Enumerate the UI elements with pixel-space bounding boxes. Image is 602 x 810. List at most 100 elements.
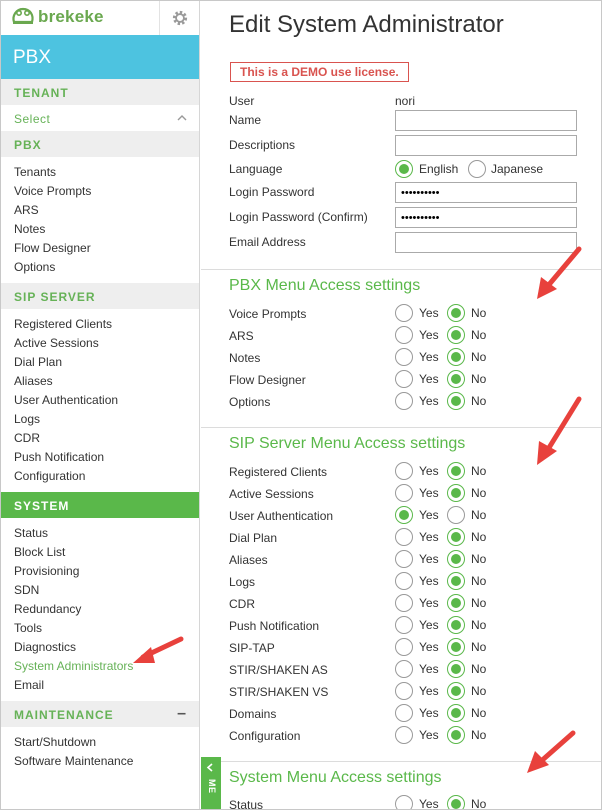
sidebar-item-notes[interactable]: Notes xyxy=(14,220,199,239)
no-radio[interactable] xyxy=(447,660,465,678)
system-nav: Status Block List Provisioning SDN Redun… xyxy=(1,518,199,701)
yes-label: Yes xyxy=(419,372,439,386)
no-radio[interactable] xyxy=(447,638,465,656)
tenant-select-label: Select xyxy=(14,112,51,126)
no-radio[interactable] xyxy=(447,370,465,388)
sidebar-item-registered-clients[interactable]: Registered Clients xyxy=(14,315,199,334)
sidebar-item-active-sessions[interactable]: Active Sessions xyxy=(14,334,199,353)
no-radio[interactable] xyxy=(447,572,465,590)
no-label: No xyxy=(471,530,487,544)
tenant-select[interactable]: Select xyxy=(1,105,199,131)
yes-radio[interactable] xyxy=(395,370,413,388)
no-radio[interactable] xyxy=(447,506,465,524)
yes-label: Yes xyxy=(419,684,439,698)
sidebar-item-flow-designer[interactable]: Flow Designer xyxy=(14,239,199,258)
yes-radio[interactable] xyxy=(395,304,413,322)
access-row-label: Status xyxy=(229,798,264,809)
sidebar-item-dial-plan[interactable]: Dial Plan xyxy=(14,353,199,372)
no-radio[interactable] xyxy=(447,795,465,809)
yes-radio[interactable] xyxy=(395,660,413,678)
access-row-dial-plan: Dial Plan Yes No xyxy=(229,527,601,549)
password-row: Login Password xyxy=(229,182,601,204)
sidebar-item-user-authentication[interactable]: User Authentication xyxy=(14,391,199,410)
yes-radio[interactable] xyxy=(395,506,413,524)
no-radio[interactable] xyxy=(447,550,465,568)
sidebar-item-aliases[interactable]: Aliases xyxy=(14,372,199,391)
yes-radio[interactable] xyxy=(395,462,413,480)
maintenance-heading[interactable]: MAINTENANCE – xyxy=(1,701,199,727)
settings-button[interactable] xyxy=(159,1,199,35)
no-label: No xyxy=(471,797,487,809)
yes-radio[interactable] xyxy=(395,682,413,700)
tenant-heading: TENANT xyxy=(1,79,199,105)
no-radio[interactable] xyxy=(447,594,465,612)
no-radio[interactable] xyxy=(447,616,465,634)
yes-radio[interactable] xyxy=(395,572,413,590)
sip-server-heading: SIP SERVER xyxy=(1,283,199,309)
logo[interactable]: brekeke xyxy=(11,6,104,28)
sidebar-item-block-list[interactable]: Block List xyxy=(14,543,199,562)
no-radio[interactable] xyxy=(447,484,465,502)
user-label: User xyxy=(229,94,255,108)
sidebar-item-options[interactable]: Options xyxy=(14,258,199,277)
yes-radio[interactable] xyxy=(395,550,413,568)
password-confirm-field[interactable] xyxy=(395,207,577,228)
sidebar-item-voice-prompts[interactable]: Voice Prompts xyxy=(14,182,199,201)
pbx-nav: Tenants Voice Prompts ARS Notes Flow Des… xyxy=(1,157,199,283)
no-label: No xyxy=(471,552,487,566)
sidebar-item-email[interactable]: Email xyxy=(14,676,199,695)
descriptions-row: Descriptions xyxy=(229,135,601,157)
yes-radio[interactable] xyxy=(395,348,413,366)
menu-side-tab[interactable]: ME xyxy=(201,757,221,809)
yes-radio[interactable] xyxy=(395,326,413,344)
sidebar-item-cdr[interactable]: CDR xyxy=(14,429,199,448)
access-row-logs: Logs Yes No xyxy=(229,571,601,593)
sidebar-item-sdn[interactable]: SDN xyxy=(14,581,199,600)
yes-radio[interactable] xyxy=(395,484,413,502)
access-row-stir-shaken-vs: STIR/SHAKEN VS Yes No xyxy=(229,681,601,703)
yes-radio[interactable] xyxy=(395,726,413,744)
no-radio[interactable] xyxy=(447,348,465,366)
sidebar-item-provisioning[interactable]: Provisioning xyxy=(14,562,199,581)
yes-radio[interactable] xyxy=(395,795,413,809)
sidebar-item-status[interactable]: Status xyxy=(14,524,199,543)
no-radio[interactable] xyxy=(447,682,465,700)
sidebar-item-software-maintenance[interactable]: Software Maintenance xyxy=(14,752,199,771)
name-field[interactable] xyxy=(395,110,577,131)
sip-nav: Registered Clients Active Sessions Dial … xyxy=(1,309,199,492)
sidebar-item-redundancy[interactable]: Redundancy xyxy=(14,600,199,619)
sidebar-item-ars[interactable]: ARS xyxy=(14,201,199,220)
no-radio[interactable] xyxy=(447,528,465,546)
sidebar-item-logs[interactable]: Logs xyxy=(14,410,199,429)
password-confirm-row: Login Password (Confirm) xyxy=(229,207,601,229)
demo-license-notice: This is a DEMO use license. xyxy=(230,62,409,82)
no-radio[interactable] xyxy=(447,304,465,322)
no-radio[interactable] xyxy=(447,326,465,344)
yes-radio[interactable] xyxy=(395,392,413,410)
sidebar-item-configuration[interactable]: Configuration xyxy=(14,467,199,486)
japanese-radio[interactable] xyxy=(468,160,486,178)
chevron-up-icon xyxy=(177,115,187,121)
yes-radio[interactable] xyxy=(395,528,413,546)
yes-radio[interactable] xyxy=(395,616,413,634)
no-label: No xyxy=(471,662,487,676)
access-row-label: Domains xyxy=(229,707,277,721)
descriptions-field[interactable] xyxy=(395,135,577,156)
no-radio[interactable] xyxy=(447,726,465,744)
access-row-domains: Domains Yes No xyxy=(229,703,601,725)
no-label: No xyxy=(471,508,487,522)
no-label: No xyxy=(471,684,487,698)
yes-radio[interactable] xyxy=(395,704,413,722)
english-radio[interactable] xyxy=(395,160,413,178)
yes-radio[interactable] xyxy=(395,594,413,612)
sidebar-item-push-notification[interactable]: Push Notification xyxy=(14,448,199,467)
sidebar-item-tenants[interactable]: Tenants xyxy=(14,163,199,182)
no-radio[interactable] xyxy=(447,392,465,410)
password-field[interactable] xyxy=(395,182,577,203)
annotation-arrow-icon xyxy=(133,636,184,663)
sidebar-item-start-shutdown[interactable]: Start/Shutdown xyxy=(14,733,199,752)
no-radio[interactable] xyxy=(447,462,465,480)
yes-radio[interactable] xyxy=(395,638,413,656)
annotation-arrow-icon xyxy=(527,730,576,773)
no-radio[interactable] xyxy=(447,704,465,722)
